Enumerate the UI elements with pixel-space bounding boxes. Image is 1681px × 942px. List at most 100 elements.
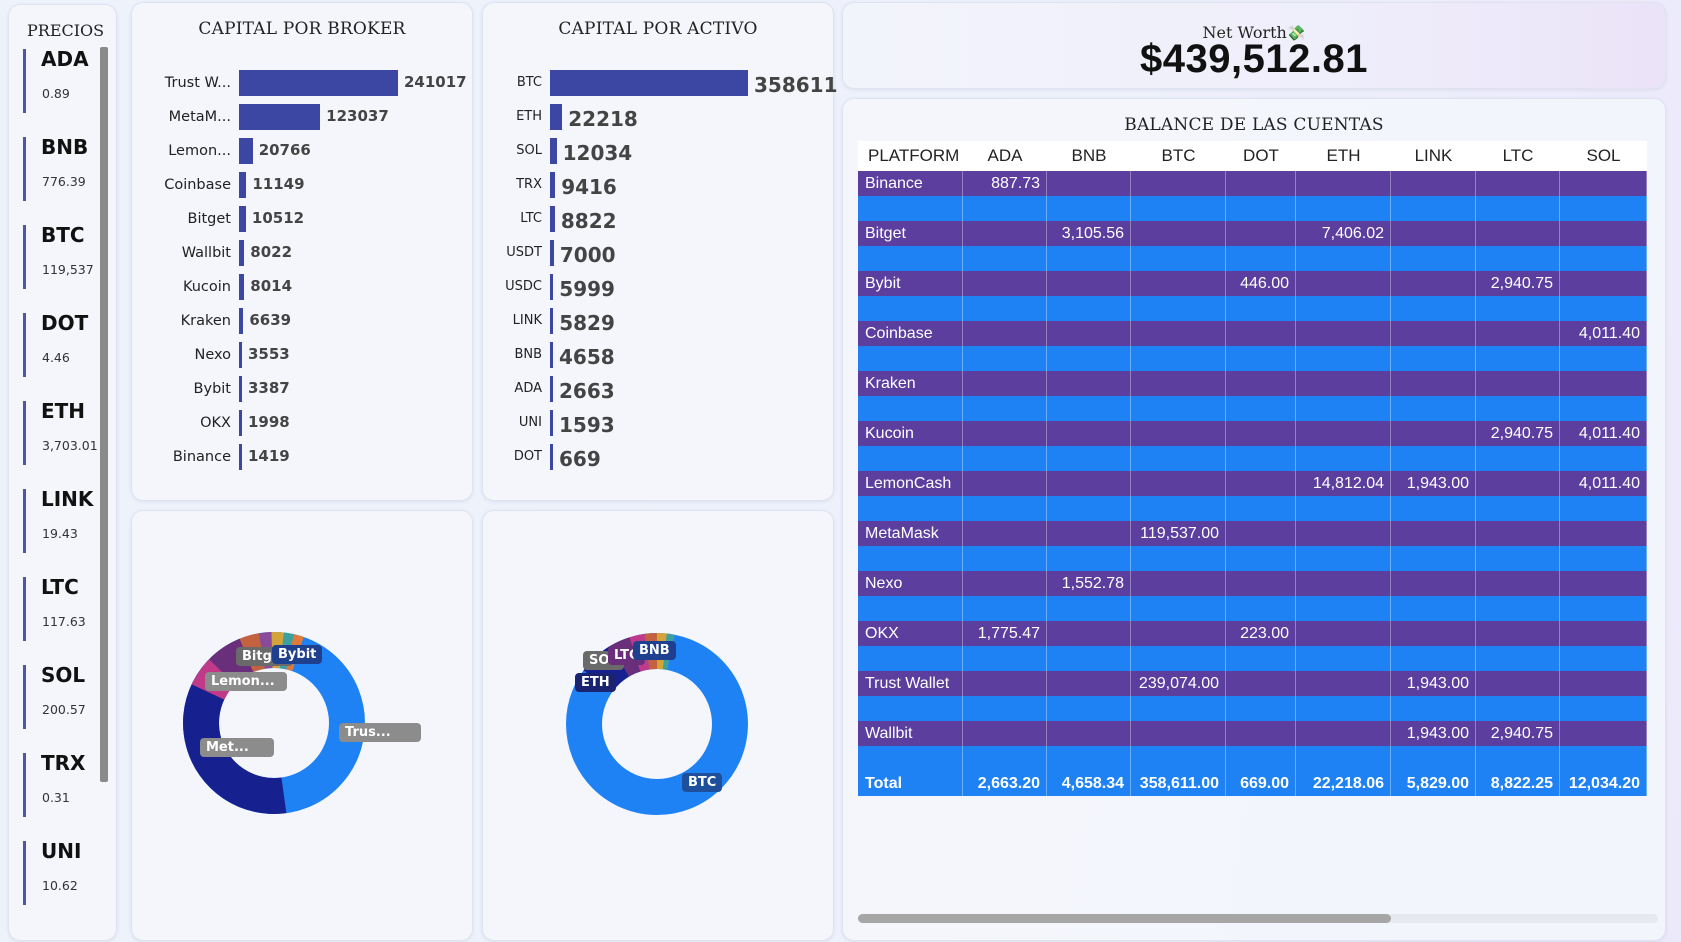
table-row-subtotal[interactable] <box>858 296 1658 321</box>
bar[interactable] <box>550 410 553 436</box>
bar-row[interactable]: OKX 1998 <box>132 410 462 436</box>
table-row[interactable]: Nexo 1,552.78 <box>858 571 1658 596</box>
table-row[interactable]: Kraken <box>858 371 1658 396</box>
bar-row[interactable]: BTC 358611 <box>483 70 838 97</box>
bar[interactable] <box>239 104 321 130</box>
bar-row[interactable]: USDT 7000 <box>483 240 828 267</box>
table-row[interactable]: LemonCash 14,812.04 1,943.00 4,011.40 <box>858 471 1658 496</box>
balance-cell <box>1226 471 1296 496</box>
table-row[interactable]: Wallbit 1,943.00 2,940.75 <box>858 721 1658 746</box>
table-horizontal-scrollbar[interactable] <box>858 914 1658 923</box>
bar[interactable] <box>239 410 242 436</box>
bar-value-label: 8822 <box>560 209 617 233</box>
bar-row[interactable]: Bitget 10512 <box>132 206 462 232</box>
bar[interactable] <box>550 342 553 368</box>
bar[interactable] <box>239 376 242 402</box>
table-row[interactable]: Bitget 3,105.56 7,406.02 <box>858 221 1658 246</box>
table-row[interactable]: Bybit 446.00 2,940.75 <box>858 271 1658 296</box>
bar-row[interactable]: Bybit 3387 <box>132 376 462 402</box>
bar-row[interactable]: Binance 1419 <box>132 444 462 470</box>
table-row[interactable]: OKX 1,775.47 223.00 <box>858 621 1658 646</box>
bar-row[interactable]: Wallbit 8022 <box>132 240 462 266</box>
balance-cell <box>963 671 1047 696</box>
balance-cell <box>1047 271 1131 296</box>
bar-row[interactable]: Kucoin 8014 <box>132 274 462 300</box>
bar[interactable] <box>550 444 553 470</box>
balance-cell <box>1476 396 1560 421</box>
balance-cell <box>1226 421 1296 446</box>
bar[interactable] <box>239 138 253 164</box>
bar[interactable] <box>550 274 554 300</box>
bar-row[interactable]: SOL 12034 <box>483 138 828 165</box>
table-row-subtotal[interactable] <box>858 696 1658 721</box>
bar[interactable] <box>550 308 554 334</box>
bar-value-label: 12034 <box>562 141 633 165</box>
table-row-subtotal[interactable] <box>858 396 1658 421</box>
balance-cell <box>1476 321 1560 346</box>
balance-cell <box>963 396 1047 421</box>
bar-row[interactable]: LTC 8822 <box>483 206 828 233</box>
balance-cell <box>1391 246 1476 271</box>
table-row[interactable]: Coinbase 4,011.40 <box>858 321 1658 346</box>
bar[interactable] <box>239 172 247 198</box>
bar-row[interactable]: Kraken 6639 <box>132 308 462 334</box>
table-row[interactable]: MetaMask 119,537.00 <box>858 521 1658 546</box>
table-row-subtotal[interactable] <box>858 646 1658 671</box>
bar-row[interactable]: Lemon... 20766 <box>132 138 462 164</box>
table-row-subtotal[interactable] <box>858 196 1658 221</box>
bar[interactable] <box>239 342 242 368</box>
price-value: 3,703.01 <box>42 438 98 453</box>
table-row[interactable]: Trust Wallet 239,074.00 1,943.00 <box>858 671 1658 696</box>
bar-row[interactable]: TRX 9416 <box>483 172 828 199</box>
bar-row[interactable]: Trust W... 241017 <box>132 70 467 96</box>
balance-cell <box>963 471 1047 496</box>
balance-cell: 2,940.75 <box>1476 271 1560 296</box>
balance-cell <box>1560 396 1647 421</box>
balance-cell <box>1476 571 1560 596</box>
table-row[interactable]: Binance 887.73 <box>858 171 1658 196</box>
bar[interactable] <box>239 240 245 266</box>
bar[interactable] <box>550 240 554 266</box>
bar-row[interactable]: Nexo 3553 <box>132 342 462 368</box>
bar-row[interactable]: DOT 669 <box>483 444 828 471</box>
bar[interactable] <box>239 444 242 470</box>
bar-row[interactable]: LINK 5829 <box>483 308 828 335</box>
balance-cell <box>1131 196 1226 221</box>
scrollbar-thumb[interactable] <box>858 914 1391 923</box>
balance-table[interactable]: PLATFORM ADA BNB BTC DOT ETH LINK LTC SOL Binance… <box>858 141 1658 796</box>
balance-cell <box>1560 571 1647 596</box>
bar[interactable] <box>550 70 748 96</box>
price-item-dot: DOT 4.46 <box>23 311 106 377</box>
balance-cell <box>1391 521 1476 546</box>
bar[interactable] <box>550 138 557 164</box>
table-total-row[interactable]: Total 2,663.20 4,658.34 358,611.00 669.00 22,… <box>858 771 1658 796</box>
price-value: 119,537 <box>42 262 94 277</box>
bar-label: Coinbase <box>164 177 231 193</box>
bar-row[interactable]: Coinbase 11149 <box>132 172 462 198</box>
bar[interactable] <box>239 308 244 334</box>
table-row-subtotal[interactable] <box>858 496 1658 521</box>
table-row-subtotal[interactable] <box>858 546 1658 571</box>
table-row-subtotal[interactable] <box>858 346 1658 371</box>
table-row[interactable]: Kucoin 2,940.75 4,011.40 <box>858 421 1658 446</box>
table-row-subtotal[interactable] <box>858 246 1658 271</box>
balance-cell <box>1131 746 1226 771</box>
table-row-subtotal[interactable] <box>858 746 1658 771</box>
bar[interactable] <box>239 70 398 96</box>
bar-row[interactable]: MetaM... 123037 <box>132 104 462 130</box>
bar-row[interactable]: USDC 5999 <box>483 274 828 301</box>
bar-row[interactable]: ADA 2663 <box>483 376 828 403</box>
bar-row[interactable]: ETH 22218 <box>483 104 828 131</box>
bar[interactable] <box>239 274 245 300</box>
bar[interactable] <box>550 376 553 402</box>
bar[interactable] <box>550 104 563 130</box>
bar-row[interactable]: BNB 4658 <box>483 342 828 369</box>
table-row-subtotal[interactable] <box>858 446 1658 471</box>
bar-label: TRX <box>516 177 542 192</box>
table-row-subtotal[interactable] <box>858 596 1658 621</box>
bar[interactable] <box>239 206 246 232</box>
bar-row[interactable]: UNI 1593 <box>483 410 828 437</box>
platform-cell <box>858 696 963 721</box>
bar[interactable] <box>550 172 556 198</box>
bar[interactable] <box>550 206 555 232</box>
